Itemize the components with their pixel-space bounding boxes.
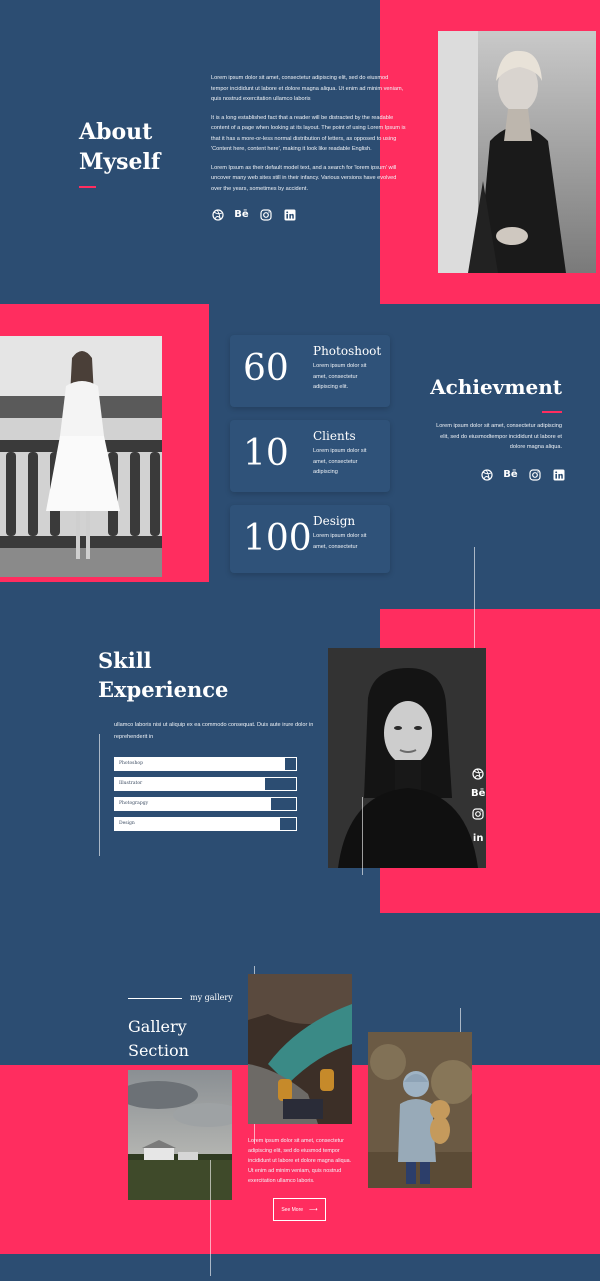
about-accent-line bbox=[79, 186, 96, 188]
skill-title: Skill Experience bbox=[98, 646, 228, 704]
skill-title-line2: Experience bbox=[98, 677, 229, 702]
gallery-photo-landscape[interactable] bbox=[128, 1070, 232, 1200]
skill-bar: Design bbox=[114, 817, 297, 831]
skill-bar-fill bbox=[115, 818, 280, 830]
gallery-vertical-line-1 bbox=[210, 1160, 211, 1276]
dribbble-icon[interactable] bbox=[472, 767, 485, 780]
about-title: About Myself bbox=[79, 117, 160, 177]
gallery-kicker: my gallery bbox=[190, 993, 233, 1002]
about-portrait-photo bbox=[438, 31, 596, 273]
stat-text: Lorem ipsum dolor sit amet, consectetur … bbox=[313, 363, 367, 390]
skill-bar-label: Photoshop bbox=[119, 761, 143, 766]
gallery-title-line1: Gallery bbox=[128, 1017, 187, 1036]
skill-vertical-social-links: Bē in bbox=[471, 767, 485, 844]
gallery-photo-canyon[interactable] bbox=[248, 974, 352, 1124]
about-paragraph-2: It is a long established fact that a rea… bbox=[211, 114, 406, 153]
stat-title: Photoshoot bbox=[313, 344, 382, 358]
linkedin-icon[interactable] bbox=[283, 208, 296, 221]
gallery-photo-child[interactable] bbox=[368, 1032, 472, 1188]
see-more-button[interactable]: See More ⟶ bbox=[273, 1198, 326, 1221]
stat-number: 100 bbox=[243, 518, 312, 559]
instagram-icon[interactable] bbox=[528, 468, 541, 481]
achievement-title: Achievment bbox=[430, 375, 562, 399]
skill-bar: Photograpgy bbox=[114, 797, 297, 811]
achievement-text: Lorem ipsum dolor sit amet, consectetur … bbox=[436, 423, 562, 450]
stat-number: 10 bbox=[243, 433, 289, 474]
stat-card-design: 100 Design Lorem ipsum dolor sit amet, c… bbox=[230, 505, 390, 573]
skill-bar-label: Illustrator bbox=[119, 781, 143, 786]
behance-icon[interactable]: Bē bbox=[234, 208, 248, 221]
about-title-line1: About bbox=[79, 119, 153, 145]
stat-title: Clients bbox=[313, 429, 356, 443]
achievement-portrait-photo bbox=[0, 336, 162, 577]
instagram-icon[interactable] bbox=[259, 208, 272, 221]
skill-portrait-photo bbox=[328, 648, 486, 868]
achievement-social-links: Bē bbox=[480, 468, 565, 481]
skill-bars: Photoshop Illustrator Photograpgy Design bbox=[114, 757, 297, 831]
stat-text: Lorem ipsum dolor sit amet, consectetur … bbox=[313, 448, 367, 475]
skill-bar: Illustrator bbox=[114, 777, 297, 791]
gallery-text: Lorem ipsum dolor sit amet, consectetur … bbox=[248, 1138, 352, 1184]
about-paragraph-1: Lorem ipsum dolor sit amet, consectetur … bbox=[211, 75, 404, 102]
linkedin-icon[interactable] bbox=[552, 468, 565, 481]
stat-text: Lorem ipsum dolor sit amet, consectetur bbox=[313, 533, 367, 550]
stat-card-photoshoot: 60 Photoshoot Lorem ipsum dolor sit amet… bbox=[230, 335, 390, 407]
instagram-icon[interactable] bbox=[472, 807, 484, 825]
skill-title-line1: Skill bbox=[98, 648, 152, 673]
stat-number: 60 bbox=[243, 348, 289, 389]
skill-bar-label: Photograpgy bbox=[119, 801, 149, 806]
about-text: Lorem ipsum dolor sit amet, consectetur … bbox=[211, 73, 407, 194]
linkedin-icon[interactable]: in bbox=[473, 833, 484, 844]
skill-text: ullamco laboris nisi ut aliquip ex ea co… bbox=[114, 722, 314, 740]
behance-icon[interactable]: Bē bbox=[471, 788, 485, 799]
dribbble-icon[interactable] bbox=[211, 208, 224, 221]
skill-bar: Photoshop bbox=[114, 757, 297, 771]
skill-bar-label: Design bbox=[119, 821, 135, 826]
achievement-accent-line bbox=[542, 411, 562, 413]
behance-icon[interactable]: Bē bbox=[503, 468, 517, 481]
skill-vertical-line-left bbox=[99, 734, 100, 856]
gallery-kicker-line bbox=[128, 998, 182, 999]
gallery-title-line2: Section bbox=[128, 1041, 189, 1060]
skill-vertical-line-photo bbox=[362, 797, 363, 875]
about-social-links: Bē bbox=[211, 208, 296, 221]
stat-title: Design bbox=[313, 514, 356, 528]
about-title-line2: Myself bbox=[79, 149, 161, 175]
gallery-title: Gallery Section bbox=[128, 1015, 189, 1063]
arrow-right-icon: ⟶ bbox=[309, 1207, 318, 1213]
see-more-label: See More bbox=[281, 1206, 304, 1213]
stat-card-clients: 10 Clients Lorem ipsum dolor sit amet, c… bbox=[230, 420, 390, 492]
about-paragraph-3: Lorem Ipsum as their default model text,… bbox=[211, 164, 397, 192]
dribbble-icon[interactable] bbox=[480, 468, 493, 481]
